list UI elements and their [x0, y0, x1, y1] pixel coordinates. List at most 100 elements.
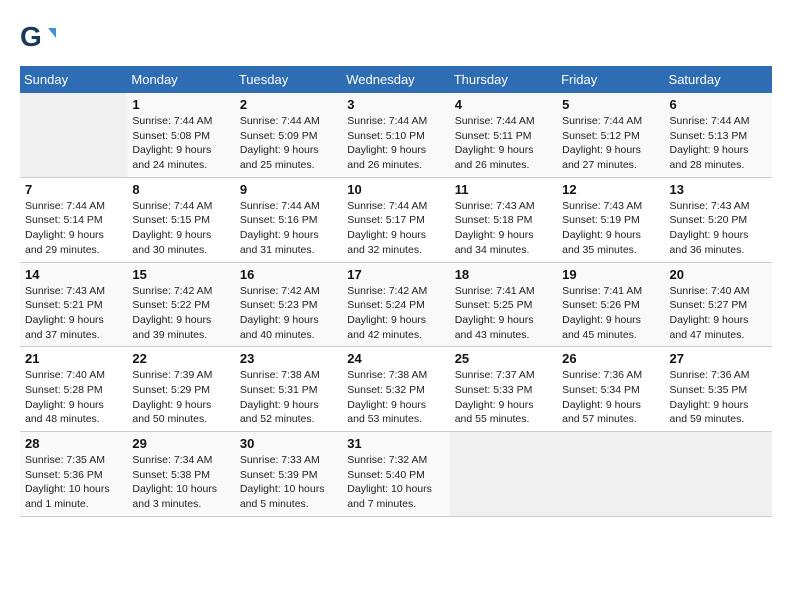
- sunset-text: Sunset: 5:32 PM: [347, 384, 425, 396]
- weekday-header: Saturday: [665, 66, 772, 93]
- sunset-text: Sunset: 5:21 PM: [25, 299, 103, 311]
- sunrise-text: Sunrise: 7:35 AM: [25, 454, 105, 466]
- day-info: Sunrise: 7:43 AM Sunset: 5:21 PM Dayligh…: [25, 284, 122, 343]
- daylight-text: Daylight: 9 hours and 39 minutes.: [132, 314, 211, 341]
- day-info: Sunrise: 7:32 AM Sunset: 5:40 PM Dayligh…: [347, 453, 444, 512]
- calendar-cell: 1 Sunrise: 7:44 AM Sunset: 5:08 PM Dayli…: [127, 93, 234, 177]
- daylight-text: Daylight: 10 hours and 7 minutes.: [347, 483, 432, 510]
- day-number: 8: [132, 182, 229, 197]
- sunset-text: Sunset: 5:09 PM: [240, 130, 318, 142]
- day-number: 30: [240, 436, 337, 451]
- day-info: Sunrise: 7:44 AM Sunset: 5:08 PM Dayligh…: [132, 114, 229, 173]
- calendar-cell: 7 Sunrise: 7:44 AM Sunset: 5:14 PM Dayli…: [20, 177, 127, 262]
- logo-icon: G: [20, 20, 56, 56]
- day-number: 18: [455, 267, 552, 282]
- sunrise-text: Sunrise: 7:32 AM: [347, 454, 427, 466]
- day-info: Sunrise: 7:42 AM Sunset: 5:24 PM Dayligh…: [347, 284, 444, 343]
- day-number: 11: [455, 182, 552, 197]
- sunset-text: Sunset: 5:11 PM: [455, 130, 532, 142]
- calendar-week-row: 7 Sunrise: 7:44 AM Sunset: 5:14 PM Dayli…: [20, 177, 772, 262]
- sunset-text: Sunset: 5:15 PM: [132, 214, 210, 226]
- day-info: Sunrise: 7:35 AM Sunset: 5:36 PM Dayligh…: [25, 453, 122, 512]
- day-number: 2: [240, 97, 337, 112]
- day-number: 3: [347, 97, 444, 112]
- day-number: 25: [455, 351, 552, 366]
- sunrise-text: Sunrise: 7:43 AM: [562, 200, 642, 212]
- sunrise-text: Sunrise: 7:44 AM: [132, 115, 212, 127]
- sunset-text: Sunset: 5:39 PM: [240, 469, 318, 481]
- calendar-cell: 6 Sunrise: 7:44 AM Sunset: 5:13 PM Dayli…: [665, 93, 772, 177]
- sunset-text: Sunset: 5:25 PM: [455, 299, 533, 311]
- day-info: Sunrise: 7:43 AM Sunset: 5:20 PM Dayligh…: [670, 199, 767, 258]
- day-info: Sunrise: 7:38 AM Sunset: 5:32 PM Dayligh…: [347, 368, 444, 427]
- day-number: 31: [347, 436, 444, 451]
- daylight-text: Daylight: 9 hours and 26 minutes.: [455, 144, 534, 171]
- day-number: 13: [670, 182, 767, 197]
- day-info: Sunrise: 7:40 AM Sunset: 5:28 PM Dayligh…: [25, 368, 122, 427]
- calendar-cell: 25 Sunrise: 7:37 AM Sunset: 5:33 PM Dayl…: [450, 347, 557, 432]
- daylight-text: Daylight: 10 hours and 1 minute.: [25, 483, 110, 510]
- daylight-text: Daylight: 9 hours and 48 minutes.: [25, 399, 104, 426]
- daylight-text: Daylight: 9 hours and 29 minutes.: [25, 229, 104, 256]
- day-number: 26: [562, 351, 659, 366]
- daylight-text: Daylight: 10 hours and 5 minutes.: [240, 483, 325, 510]
- sunset-text: Sunset: 5:23 PM: [240, 299, 318, 311]
- daylight-text: Daylight: 9 hours and 28 minutes.: [670, 144, 749, 171]
- sunrise-text: Sunrise: 7:42 AM: [347, 285, 427, 297]
- calendar-week-row: 1 Sunrise: 7:44 AM Sunset: 5:08 PM Dayli…: [20, 93, 772, 177]
- sunrise-text: Sunrise: 7:43 AM: [670, 200, 750, 212]
- day-number: 28: [25, 436, 122, 451]
- day-info: Sunrise: 7:42 AM Sunset: 5:23 PM Dayligh…: [240, 284, 337, 343]
- day-number: 24: [347, 351, 444, 366]
- sunrise-text: Sunrise: 7:41 AM: [455, 285, 535, 297]
- weekday-header: Monday: [127, 66, 234, 93]
- day-number: 22: [132, 351, 229, 366]
- sunset-text: Sunset: 5:16 PM: [240, 214, 318, 226]
- sunrise-text: Sunrise: 7:38 AM: [240, 369, 320, 381]
- calendar-cell: 21 Sunrise: 7:40 AM Sunset: 5:28 PM Dayl…: [20, 347, 127, 432]
- day-number: 4: [455, 97, 552, 112]
- calendar-cell: 24 Sunrise: 7:38 AM Sunset: 5:32 PM Dayl…: [342, 347, 449, 432]
- sunset-text: Sunset: 5:17 PM: [347, 214, 425, 226]
- weekday-header: Sunday: [20, 66, 127, 93]
- day-info: Sunrise: 7:43 AM Sunset: 5:19 PM Dayligh…: [562, 199, 659, 258]
- sunrise-text: Sunrise: 7:43 AM: [455, 200, 535, 212]
- logo: G: [20, 20, 60, 56]
- day-number: 23: [240, 351, 337, 366]
- day-info: Sunrise: 7:42 AM Sunset: 5:22 PM Dayligh…: [132, 284, 229, 343]
- daylight-text: Daylight: 9 hours and 45 minutes.: [562, 314, 641, 341]
- sunset-text: Sunset: 5:10 PM: [347, 130, 425, 142]
- day-info: Sunrise: 7:40 AM Sunset: 5:27 PM Dayligh…: [670, 284, 767, 343]
- day-number: 1: [132, 97, 229, 112]
- daylight-text: Daylight: 9 hours and 26 minutes.: [347, 144, 426, 171]
- day-number: 19: [562, 267, 659, 282]
- calendar-cell: 22 Sunrise: 7:39 AM Sunset: 5:29 PM Dayl…: [127, 347, 234, 432]
- day-number: 5: [562, 97, 659, 112]
- calendar-cell: [450, 432, 557, 517]
- day-number: 14: [25, 267, 122, 282]
- sunset-text: Sunset: 5:31 PM: [240, 384, 318, 396]
- day-info: Sunrise: 7:44 AM Sunset: 5:11 PM Dayligh…: [455, 114, 552, 173]
- sunset-text: Sunset: 5:27 PM: [670, 299, 748, 311]
- daylight-text: Daylight: 9 hours and 25 minutes.: [240, 144, 319, 171]
- day-number: 16: [240, 267, 337, 282]
- sunrise-text: Sunrise: 7:44 AM: [562, 115, 642, 127]
- sunrise-text: Sunrise: 7:36 AM: [562, 369, 642, 381]
- sunset-text: Sunset: 5:34 PM: [562, 384, 640, 396]
- calendar-cell: 29 Sunrise: 7:34 AM Sunset: 5:38 PM Dayl…: [127, 432, 234, 517]
- day-number: 10: [347, 182, 444, 197]
- calendar-cell: 28 Sunrise: 7:35 AM Sunset: 5:36 PM Dayl…: [20, 432, 127, 517]
- sunrise-text: Sunrise: 7:44 AM: [347, 200, 427, 212]
- sunrise-text: Sunrise: 7:44 AM: [132, 200, 212, 212]
- sunrise-text: Sunrise: 7:34 AM: [132, 454, 212, 466]
- daylight-text: Daylight: 9 hours and 53 minutes.: [347, 399, 426, 426]
- daylight-text: Daylight: 9 hours and 50 minutes.: [132, 399, 211, 426]
- day-info: Sunrise: 7:44 AM Sunset: 5:09 PM Dayligh…: [240, 114, 337, 173]
- calendar-cell: 30 Sunrise: 7:33 AM Sunset: 5:39 PM Dayl…: [235, 432, 342, 517]
- calendar-cell: [665, 432, 772, 517]
- calendar-table: SundayMondayTuesdayWednesdayThursdayFrid…: [20, 66, 772, 517]
- day-number: 21: [25, 351, 122, 366]
- sunset-text: Sunset: 5:36 PM: [25, 469, 103, 481]
- weekday-header: Wednesday: [342, 66, 449, 93]
- weekday-header: Friday: [557, 66, 664, 93]
